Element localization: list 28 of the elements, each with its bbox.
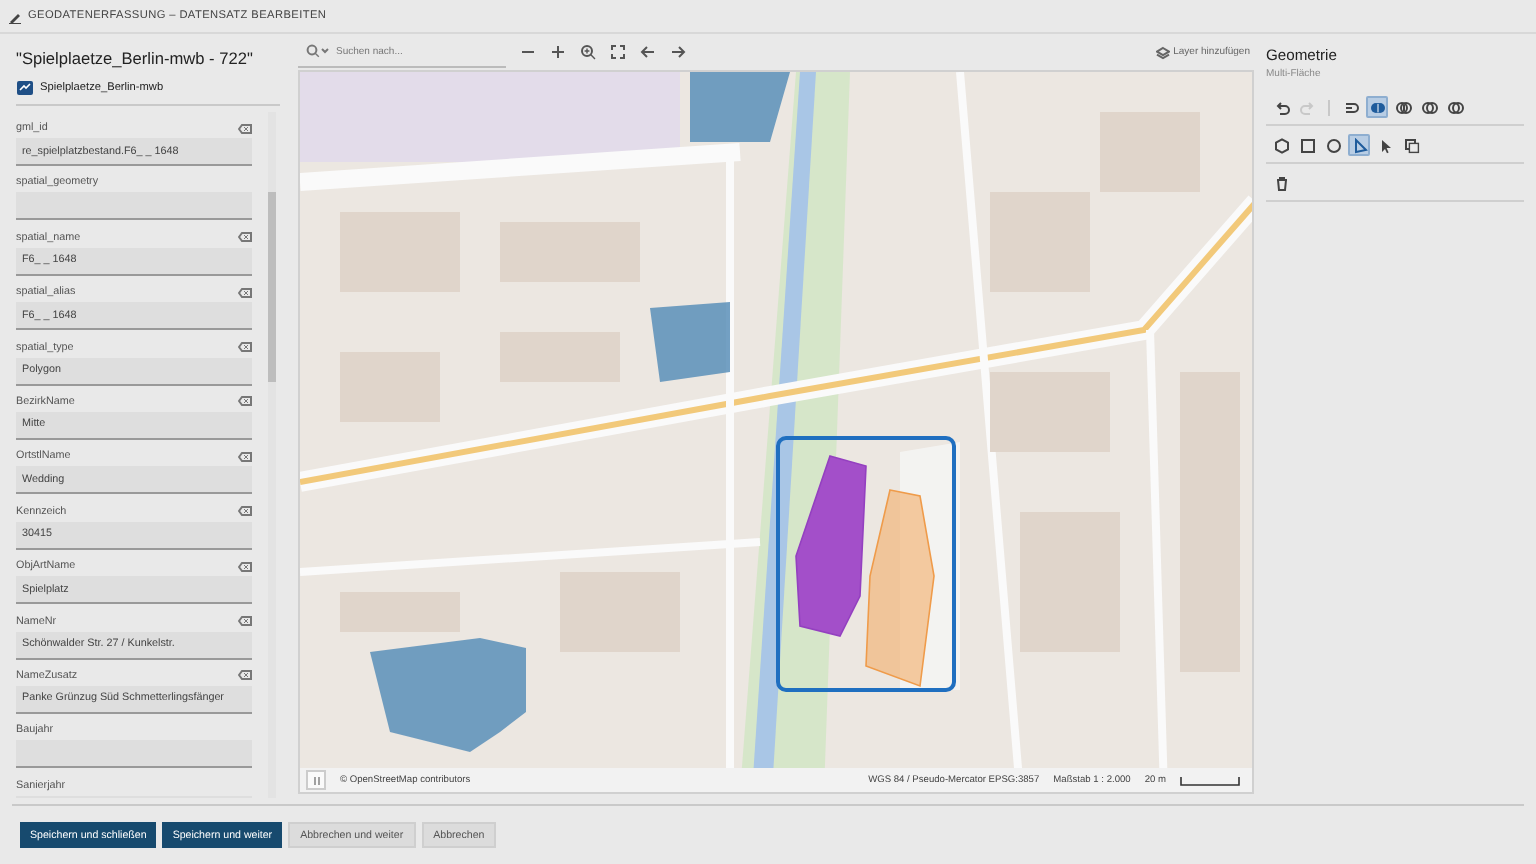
clear-icon[interactable]	[238, 561, 252, 572]
clear-icon[interactable]	[238, 123, 252, 133]
map-drawing[interactable]	[300, 72, 1252, 768]
pencil-icon	[8, 9, 22, 23]
magnifier-icon[interactable]	[580, 44, 596, 60]
clear-icon[interactable]	[238, 616, 252, 627]
clear-icon[interactable]	[238, 287, 252, 298]
clear-icon[interactable]	[238, 670, 252, 681]
layers-icon	[1155, 45, 1170, 59]
scale-bar-icon	[1180, 775, 1240, 785]
scrollbar[interactable]	[268, 112, 276, 798]
clear-icon[interactable]	[238, 396, 252, 407]
input-field[interactable]	[16, 740, 252, 769]
clear-icon[interactable]	[238, 451, 252, 462]
scrollbar-thumb[interactable]	[268, 192, 276, 382]
fullscreen-icon[interactable]	[610, 44, 626, 60]
search-icon[interactable]	[306, 44, 330, 58]
forward-arrow-icon[interactable]	[670, 44, 686, 60]
back-arrow-icon[interactable]	[640, 44, 656, 60]
pause-icon	[311, 775, 321, 785]
layer-icon	[16, 80, 34, 96]
zoom-in-icon[interactable]	[550, 44, 566, 60]
record-title: "Spielplaetze_Berlin-mwb - 722"	[16, 48, 255, 68]
input-field[interactable]	[16, 192, 252, 221]
clear-icon[interactable]	[238, 506, 252, 517]
clear-icon[interactable]	[238, 232, 252, 243]
map-control-button[interactable]	[306, 770, 326, 790]
clear-icon[interactable]	[238, 342, 252, 353]
